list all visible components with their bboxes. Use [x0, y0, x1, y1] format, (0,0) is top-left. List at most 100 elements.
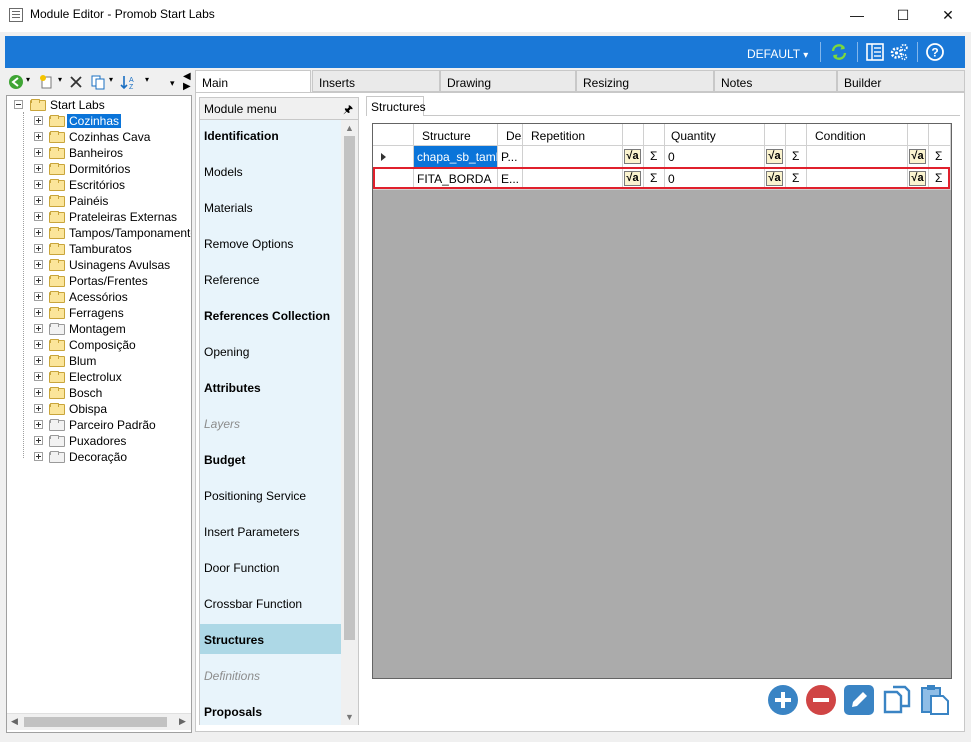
expand-toggle[interactable]: [34, 260, 43, 269]
scroll-left-icon[interactable]: ◀: [11, 716, 18, 727]
scrollbar-thumb[interactable]: [344, 136, 355, 640]
cell-condition[interactable]: [807, 146, 908, 168]
module-menu-item[interactable]: Crossbar Function: [200, 588, 341, 618]
formula-icon[interactable]: √a: [624, 171, 641, 186]
module-menu-scrollbar[interactable]: ▲ ▼: [341, 120, 358, 725]
tab-builder[interactable]: Builder: [837, 70, 965, 92]
expand-toggle[interactable]: [34, 436, 43, 445]
pin-icon[interactable]: 🖈: [343, 101, 353, 120]
sigma-icon[interactable]: Σ: [650, 149, 657, 163]
table-row[interactable]: chapa_sb_tamb P... √a Σ 0 √a Σ √a Σ: [373, 146, 951, 168]
tab-resizing[interactable]: Resizing: [576, 70, 714, 92]
sigma-icon[interactable]: Σ: [935, 149, 942, 163]
condition-formula-cell[interactable]: √a: [908, 168, 929, 190]
module-menu-item[interactable]: Materials: [200, 192, 341, 222]
module-menu-item[interactable]: Structures: [200, 624, 341, 654]
scrollbar-thumb[interactable]: [24, 717, 167, 727]
cell-quantity[interactable]: 0: [665, 146, 765, 168]
module-menu-item[interactable]: Models: [200, 156, 341, 186]
module-menu-item[interactable]: References Collection: [200, 300, 341, 330]
cell-structure[interactable]: chapa_sb_tamb: [414, 146, 498, 168]
cell-description[interactable]: E...: [498, 168, 523, 190]
cell-condition[interactable]: [807, 168, 908, 190]
repetition-formula-cell[interactable]: √a: [623, 168, 644, 190]
cell-repetition[interactable]: [523, 146, 623, 168]
overflow-chevron-icon[interactable]: ▾: [170, 78, 175, 89]
quantity-sum-cell[interactable]: Σ: [786, 146, 807, 168]
expand-toggle[interactable]: [34, 372, 43, 381]
delete-icon[interactable]: [69, 74, 83, 90]
maximize-button[interactable]: ☐: [880, 0, 926, 30]
tab-structures[interactable]: Structures: [366, 96, 426, 116]
column-header-repetition[interactable]: Repetition: [523, 124, 623, 146]
settings-gears-icon[interactable]: [889, 42, 909, 62]
tab-main[interactable]: Main: [195, 70, 311, 93]
sigma-icon[interactable]: Σ: [650, 171, 657, 185]
collapse-toggle[interactable]: [14, 100, 23, 109]
expand-toggle[interactable]: [34, 324, 43, 333]
chevron-down-icon[interactable]: ▾: [26, 75, 30, 84]
formula-icon[interactable]: √a: [909, 171, 926, 186]
module-menu-item[interactable]: Opening: [200, 336, 341, 366]
add-structure-button[interactable]: [767, 684, 799, 716]
expand-toggle[interactable]: [34, 356, 43, 365]
formula-icon[interactable]: √a: [766, 171, 783, 186]
cell-quantity[interactable]: 0: [665, 168, 765, 190]
cell-repetition[interactable]: [523, 168, 623, 190]
expand-toggle[interactable]: [34, 420, 43, 429]
module-menu-item[interactable]: Attributes: [200, 372, 341, 402]
help-icon[interactable]: ?: [925, 42, 945, 62]
sigma-icon[interactable]: Σ: [935, 171, 942, 185]
close-button[interactable]: ✕: [925, 0, 971, 30]
copy-icon[interactable]: [89, 73, 107, 91]
condition-formula-cell[interactable]: √a: [908, 146, 929, 168]
module-menu-item[interactable]: Identification: [200, 120, 341, 150]
expand-toggle[interactable]: [34, 276, 43, 285]
expand-toggle[interactable]: [34, 148, 43, 157]
row-indicator[interactable]: [373, 168, 414, 190]
expand-toggle[interactable]: [34, 132, 43, 141]
profile-dropdown[interactable]: DEFAULT ▾: [747, 47, 808, 61]
module-menu-item[interactable]: Remove Options: [200, 228, 341, 258]
expand-toggle[interactable]: [34, 228, 43, 237]
tab-inserts[interactable]: Inserts: [312, 70, 440, 92]
column-header-structure[interactable]: Structure: [414, 124, 498, 146]
sort-icon[interactable]: A Z: [120, 73, 140, 91]
quantity-formula-cell[interactable]: √a: [765, 146, 786, 168]
chevron-down-icon[interactable]: ▾: [109, 75, 113, 84]
expand-toggle[interactable]: [34, 452, 43, 461]
tab-notes[interactable]: Notes: [714, 70, 837, 92]
repetition-sum-cell[interactable]: Σ: [644, 146, 665, 168]
repetition-sum-cell[interactable]: Σ: [644, 168, 665, 190]
expand-toggle[interactable]: [34, 340, 43, 349]
module-menu-item[interactable]: Budget: [200, 444, 341, 474]
module-menu-item[interactable]: Insert Parameters: [200, 516, 341, 546]
condition-sum-cell[interactable]: Σ: [929, 146, 951, 168]
duplicate-structure-button[interactable]: [881, 684, 913, 716]
scroll-right-icon[interactable]: ▶: [179, 716, 186, 727]
expand-toggle[interactable]: [34, 116, 43, 125]
column-header-condition[interactable]: Condition: [807, 124, 908, 146]
edit-structure-button[interactable]: [843, 684, 875, 716]
expand-toggle[interactable]: [34, 244, 43, 253]
chevron-down-icon[interactable]: ▾: [145, 75, 149, 84]
expand-toggle[interactable]: [34, 212, 43, 221]
column-header-description[interactable]: Des: [498, 124, 523, 146]
tree-horizontal-scrollbar[interactable]: ◀ ▶: [7, 713, 191, 730]
table-row[interactable]: FITA_BORDA E... √a Σ 0 √a Σ √a Σ: [373, 168, 951, 190]
repetition-formula-cell[interactable]: √a: [623, 146, 644, 168]
column-header-quantity[interactable]: Quantity: [665, 124, 765, 146]
paste-structure-button[interactable]: [919, 684, 951, 716]
quantity-sum-cell[interactable]: Σ: [786, 168, 807, 190]
tab-drawing[interactable]: Drawing: [440, 70, 576, 92]
new-item-icon[interactable]: [38, 73, 56, 91]
module-menu-item[interactable]: Reference: [200, 264, 341, 294]
sigma-icon[interactable]: Σ: [792, 149, 799, 163]
expand-toggle[interactable]: [34, 388, 43, 397]
remove-structure-button[interactable]: [805, 684, 837, 716]
formula-icon[interactable]: √a: [909, 149, 926, 164]
minimize-button[interactable]: —: [834, 0, 880, 30]
module-menu-item[interactable]: Proposals: [200, 696, 341, 725]
layout-icon[interactable]: [865, 42, 885, 62]
formula-icon[interactable]: √a: [766, 149, 783, 164]
